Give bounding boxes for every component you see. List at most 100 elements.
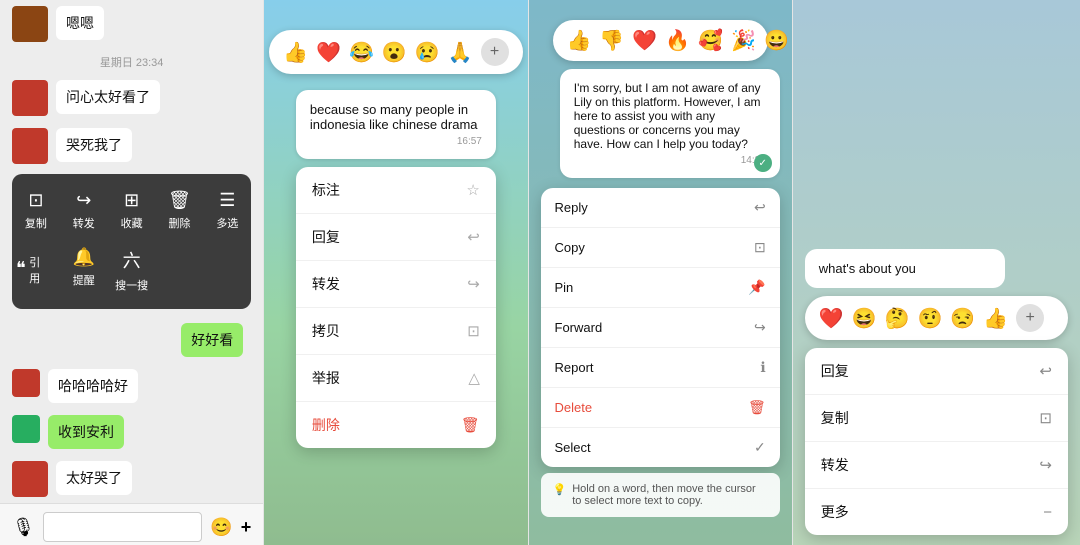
- search-icon: 六: [123, 247, 141, 273]
- message-time: 14:31: [574, 155, 766, 166]
- context-menu: ⊡ 复制 ↪ 转发 ⊞ 收藏 🗑 删除 ☰ 多选 ❝ 引用 🔔 提醒 六 搜: [12, 174, 251, 309]
- context-menu-item-annotate[interactable]: 标注 ☆: [296, 167, 496, 214]
- emoji-fire[interactable]: 🔥: [665, 28, 690, 53]
- message-time: 16:57: [310, 136, 482, 147]
- emoji-thumbsup[interactable]: 👍: [983, 306, 1008, 331]
- context-menu-item-delete[interactable]: Delete 🗑: [541, 388, 780, 428]
- message-bubble: 嗯嗯: [56, 6, 104, 40]
- emoji-thinking[interactable]: 🤔: [885, 306, 910, 331]
- message-input[interactable]: [43, 512, 202, 542]
- emoji-laugh[interactable]: 😂: [349, 40, 374, 65]
- context-menu-item-reply[interactable]: Reply ↩: [541, 188, 780, 228]
- emoji-sparkles[interactable]: 🎉: [731, 28, 756, 53]
- panel-context-menu-english: 👍 👎 ❤️ 🔥 🥰 🎉 😀 ✓ I'm sorry, but I am not…: [529, 0, 792, 545]
- list-item: 哭死我了: [0, 124, 263, 168]
- context-menu-item-remind[interactable]: 🔔 提醒: [60, 239, 108, 301]
- emoji-love[interactable]: 🥰: [698, 28, 723, 53]
- emoji-heart[interactable]: ❤️: [632, 28, 657, 53]
- context-menu-item-quote[interactable]: ❝ 引用: [12, 239, 60, 301]
- emoji-pray[interactable]: 🙏: [448, 40, 473, 65]
- emoji-unamused[interactable]: 😒: [950, 306, 975, 331]
- avatar: [12, 80, 48, 116]
- star-icon: ☆: [466, 181, 479, 199]
- emoji-sad[interactable]: 😢: [415, 40, 440, 65]
- emoji-reaction-bar[interactable]: 👍 👎 ❤️ 🔥 🥰 🎉 😀: [553, 20, 768, 61]
- emoji-icon[interactable]: 😊: [210, 517, 232, 538]
- bell-icon: 🔔: [73, 247, 95, 268]
- emoji-heart[interactable]: ❤️: [819, 306, 844, 331]
- message-bubble: ✓ I'm sorry, but I am not aware of any L…: [560, 69, 780, 178]
- check-icon: ✓: [754, 154, 772, 172]
- add-icon[interactable]: +: [241, 517, 252, 538]
- input-bar: 🎙 😊 +: [0, 503, 263, 545]
- context-menu-item-delete[interactable]: 删除 🗑: [296, 402, 496, 448]
- context-menu-item-report[interactable]: Report ℹ: [541, 348, 780, 388]
- emoji-thumbsup[interactable]: 👍: [567, 28, 592, 53]
- forward-icon: ↪: [467, 275, 480, 293]
- hint-icon: 💡: [553, 483, 567, 496]
- context-menu-item-reply[interactable]: 回复 ↩: [805, 348, 1068, 395]
- info-icon: ℹ: [760, 359, 765, 376]
- copy-icon: ⊡: [754, 239, 766, 256]
- forward-icon: ↪: [1039, 456, 1052, 474]
- emoji-reaction-bar[interactable]: ❤️ 😆 🤔 🤨 😒 👍 +: [805, 296, 1068, 340]
- context-menu: Reply ↩ Copy ⊡ Pin 📌 Forward ↪ Report ℹ …: [541, 188, 780, 467]
- delete-icon: 🗑: [461, 416, 480, 434]
- selection-hint: 💡 Hold on a word, then move the cursor t…: [541, 473, 780, 517]
- more-reactions-button[interactable]: +: [1016, 304, 1044, 332]
- emoji-smile[interactable]: 😀: [764, 28, 789, 53]
- message-bubble: 好好看: [181, 323, 243, 357]
- context-menu-item-forward[interactable]: 转发 ↪: [805, 442, 1068, 489]
- emoji-laugh[interactable]: 😆: [852, 306, 877, 331]
- emoji-heart[interactable]: ❤️: [316, 40, 341, 65]
- context-menu: 回复 ↩ 复制 ⊡ 转发 ↪ 更多 −: [805, 348, 1068, 535]
- context-menu-item-copy[interactable]: 复制 ⊡: [805, 395, 1068, 442]
- avatar: [12, 461, 48, 497]
- context-menu-item-forward[interactable]: 转发 ↪: [296, 261, 496, 308]
- message-area: 👍 👎 ❤️ 🔥 🥰 🎉 😀 ✓ I'm sorry, but I am not…: [529, 10, 792, 188]
- list-icon: ☰: [219, 190, 235, 211]
- message-bubble: 哈哈哈哈好: [48, 369, 138, 403]
- message-bubble: 哭死我了: [56, 128, 132, 162]
- message-bubble: what's about you: [805, 249, 1005, 288]
- reply-icon: ↩: [1039, 362, 1052, 380]
- list-item: 问心太好看了: [0, 76, 263, 120]
- context-menu-item-copy[interactable]: Copy ⊡: [541, 228, 780, 268]
- emoji-thumbsdown[interactable]: 👎: [599, 28, 624, 53]
- list-item: 好好看: [0, 319, 263, 361]
- context-menu-item-more[interactable]: 更多 −: [805, 489, 1068, 535]
- forward-icon: ↪: [76, 190, 91, 211]
- copy-icon: ⊡: [28, 190, 43, 211]
- audio-icon[interactable]: 🎙: [12, 517, 35, 538]
- context-menu-item-multiselect[interactable]: ☰ 多选: [203, 182, 251, 239]
- reply-icon: ↩: [467, 228, 480, 246]
- minus-icon: −: [1043, 504, 1052, 521]
- pin-icon: 📌: [748, 279, 765, 296]
- context-menu-item-delete[interactable]: 🗑 删除: [156, 182, 204, 239]
- context-menu-item-copy[interactable]: 拷贝 ⊡: [296, 308, 496, 355]
- context-menu-item-search[interactable]: 六 搜一搜: [108, 239, 156, 301]
- context-menu-item-forward[interactable]: Forward ↪: [541, 308, 780, 348]
- panel-context-menu-chinese: 👍 ❤️ 😂 😮 😢 🙏 + because so many people in…: [264, 0, 527, 545]
- list-item: 嗯嗯: [0, 2, 263, 46]
- emoji-thumbsup[interactable]: 👍: [283, 40, 308, 65]
- emoji-reaction-bar[interactable]: 👍 ❤️ 😂 😮 😢 🙏 +: [269, 30, 522, 74]
- message-bubble: 太好哭了: [56, 461, 132, 495]
- context-menu-item-reply[interactable]: 回复 ↩: [296, 214, 496, 261]
- context-menu-item-copy[interactable]: ⊡ 复制: [12, 182, 60, 239]
- message-bubble: 问心太好看了: [56, 80, 160, 114]
- context-menu-item-select[interactable]: Select ✓: [541, 428, 780, 467]
- check-circle-icon: ✓: [754, 439, 766, 456]
- context-menu-item-favorite[interactable]: ⊞ 收藏: [108, 182, 156, 239]
- emoji-surprised[interactable]: 😮: [382, 40, 407, 65]
- panel-context-menu-mixed: what's about you ❤️ 😆 🤔 🤨 😒 👍 + 回复 ↩ 复制 …: [793, 0, 1080, 545]
- list-item: 收到安利: [0, 411, 263, 453]
- context-menu-item-forward[interactable]: ↪ 转发: [60, 182, 108, 239]
- emoji-skeptical[interactable]: 🤨: [917, 306, 942, 331]
- context-menu-item-report[interactable]: 举报 △: [296, 355, 496, 402]
- avatar: [12, 128, 48, 164]
- more-reactions-button[interactable]: +: [481, 38, 509, 66]
- copy-icon: ⊡: [467, 322, 480, 340]
- context-menu-item-pin[interactable]: Pin 📌: [541, 268, 780, 308]
- report-icon: △: [468, 369, 480, 387]
